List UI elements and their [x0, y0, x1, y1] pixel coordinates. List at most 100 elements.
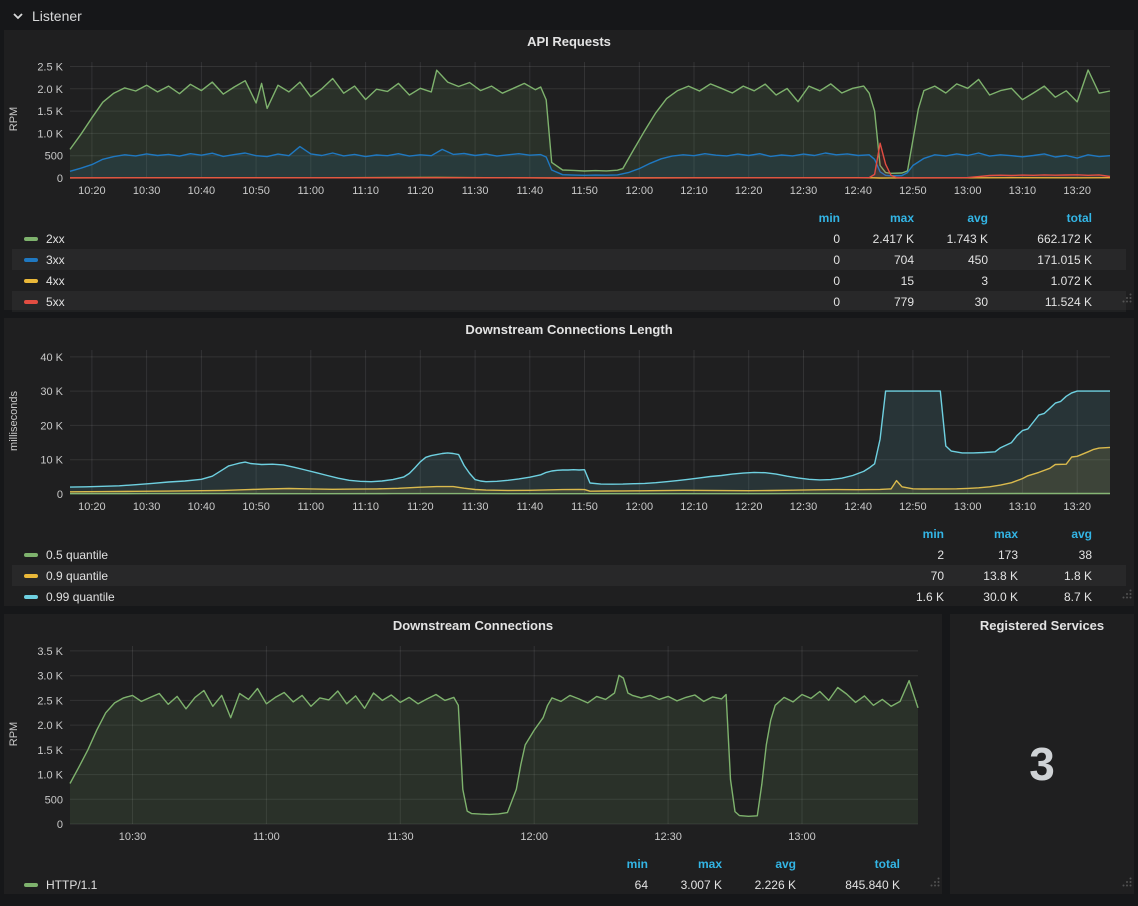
svg-text:12:20: 12:20	[735, 501, 763, 513]
legend-stat-value: 3.007 K	[648, 878, 722, 892]
svg-text:11:30: 11:30	[462, 501, 489, 513]
legend-stat-value: 70	[870, 569, 944, 583]
svg-text:11:40: 11:40	[516, 185, 543, 197]
svg-text:0: 0	[57, 173, 63, 185]
svg-text:12:30: 12:30	[790, 185, 818, 197]
svg-text:12:50: 12:50	[899, 185, 927, 197]
svg-text:11:30: 11:30	[387, 831, 414, 843]
chart-api-requests[interactable]: 05001.0 K1.5 K2.0 K2.5 K10:2010:3010:401…	[12, 54, 1126, 205]
svg-text:10:40: 10:40	[188, 501, 216, 513]
svg-text:10:50: 10:50	[242, 185, 270, 197]
chart-svg: 05001.0 K1.5 K2.0 K2.5 K10:2010:3010:401…	[12, 54, 1126, 200]
svg-text:11:10: 11:10	[352, 185, 379, 197]
dashboard: Listener API Requests RPM 05001.0 K1.5 K…	[0, 0, 1138, 896]
svg-text:11:40: 11:40	[516, 501, 543, 513]
legend-stat-header[interactable]: total	[988, 211, 1092, 225]
svg-text:12:10: 12:10	[680, 185, 708, 197]
svg-text:13:00: 13:00	[788, 831, 816, 843]
svg-text:2.5 K: 2.5 K	[37, 62, 63, 74]
legend-row: 5xx07793011.524 K	[12, 291, 1126, 312]
legend-header-row: minmaxavg	[12, 523, 1126, 544]
legend-row: 0.5 quantile217338	[12, 544, 1126, 565]
legend-stat-value: 30.0 K	[944, 590, 1018, 604]
legend-stat-value: 0	[766, 253, 840, 267]
chevron-down-icon	[12, 12, 24, 20]
legend-stat-header[interactable]: max	[648, 857, 722, 871]
svg-text:11:20: 11:20	[407, 501, 434, 513]
panel-registered-services: Registered Services 3	[950, 614, 1134, 894]
legend-series-swatch[interactable]	[24, 553, 38, 557]
legend-row: 0.99 quantile1.6 K30.0 K8.7 K	[12, 586, 1126, 607]
resize-handle-icon[interactable]	[1122, 290, 1132, 308]
legend-stat-header[interactable]: max	[840, 211, 914, 225]
legend-stat-header[interactable]: min	[766, 211, 840, 225]
svg-text:11:20: 11:20	[407, 185, 434, 197]
svg-text:10:30: 10:30	[133, 185, 161, 197]
resize-handle-icon[interactable]	[930, 874, 940, 892]
legend-stat-header[interactable]: total	[796, 857, 900, 871]
panel-title-downstream-connections-length[interactable]: Downstream Connections Length	[12, 318, 1126, 342]
legend-stat-header[interactable]: min	[870, 527, 944, 541]
legend-series-label[interactable]: 4xx	[46, 274, 65, 288]
svg-text:10:50: 10:50	[242, 501, 270, 513]
chart-downstream-connections-length[interactable]: 010 K20 K30 K40 K10:2010:3010:4010:5011:…	[12, 342, 1126, 521]
resize-handle-icon[interactable]	[1122, 586, 1132, 604]
panel-title-downstream-connections[interactable]: Downstream Connections	[12, 614, 934, 638]
chart-downstream-connections[interactable]: 05001.0 K1.5 K2.0 K2.5 K3.0 K3.5 K10:301…	[12, 638, 934, 851]
legend-stat-value: 171.015 K	[988, 253, 1092, 267]
svg-text:11:00: 11:00	[297, 501, 324, 513]
legend-row: 0.9 quantile7013.8 K1.8 K	[12, 565, 1126, 586]
legend-stat-value: 13.8 K	[944, 569, 1018, 583]
legend-series-swatch[interactable]	[24, 595, 38, 599]
legend-series-swatch[interactable]	[24, 237, 38, 241]
legend-series-swatch[interactable]	[24, 574, 38, 578]
svg-text:13:20: 13:20	[1063, 501, 1091, 513]
legend-stat-value: 845.840 K	[796, 878, 900, 892]
legend-stat-value: 0	[766, 274, 840, 288]
legend-stat-value: 3	[914, 274, 988, 288]
legend-series-swatch[interactable]	[24, 300, 38, 304]
legend-stat-value: 64	[574, 878, 648, 892]
svg-text:20 K: 20 K	[40, 420, 63, 432]
svg-text:13:10: 13:10	[1009, 185, 1037, 197]
legend-stat-value: 38	[1018, 548, 1092, 562]
legend-stat-header[interactable]: min	[574, 857, 648, 871]
legend-stat-header[interactable]: avg	[722, 857, 796, 871]
svg-text:12:30: 12:30	[790, 501, 818, 513]
chart-svg: 010 K20 K30 K40 K10:2010:3010:4010:5011:…	[12, 342, 1126, 516]
legend-series-swatch[interactable]	[24, 258, 38, 262]
legend-header-row: minmaxavgtotal	[12, 207, 1126, 228]
svg-text:12:00: 12:00	[626, 185, 654, 197]
legend-downstream-connections-length: minmaxavg0.5 quantile2173380.9 quantile7…	[12, 523, 1126, 607]
svg-text:0: 0	[57, 819, 63, 831]
legend-stat-header[interactable]: avg	[1018, 527, 1092, 541]
svg-text:12:10: 12:10	[680, 501, 708, 513]
legend-series-label[interactable]: 0.5 quantile	[46, 548, 108, 562]
panel-api-requests: API Requests RPM 05001.0 K1.5 K2.0 K2.5 …	[4, 30, 1134, 310]
svg-text:12:50: 12:50	[899, 501, 927, 513]
svg-text:13:00: 13:00	[954, 185, 982, 197]
legend-series-label[interactable]: HTTP/1.1	[46, 878, 97, 892]
panel-title-api-requests[interactable]: API Requests	[12, 30, 1126, 54]
svg-text:12:00: 12:00	[626, 501, 654, 513]
legend-series-label[interactable]: 2xx	[46, 232, 65, 246]
legend-series-label[interactable]: 0.9 quantile	[46, 569, 108, 583]
legend-stat-header[interactable]: avg	[914, 211, 988, 225]
legend-series-swatch[interactable]	[24, 883, 38, 887]
legend-series-label[interactable]: 5xx	[46, 295, 65, 309]
row-header-listener[interactable]: Listener	[4, 2, 1134, 30]
svg-text:2.0 K: 2.0 K	[37, 720, 63, 732]
legend-series-label[interactable]: 0.99 quantile	[46, 590, 115, 604]
resize-handle-icon[interactable]	[1122, 874, 1132, 892]
svg-text:1.5 K: 1.5 K	[37, 745, 63, 757]
legend-header-row: minmaxavgtotal	[12, 853, 934, 874]
legend-stat-header[interactable]: max	[944, 527, 1018, 541]
legend-stat-value: 2.226 K	[722, 878, 796, 892]
panel-title-registered-services[interactable]: Registered Services	[958, 614, 1126, 638]
legend-series-swatch[interactable]	[24, 279, 38, 283]
legend-series-label[interactable]: 3xx	[46, 253, 65, 267]
svg-text:12:30: 12:30	[654, 831, 682, 843]
svg-text:10:20: 10:20	[78, 501, 106, 513]
svg-text:13:20: 13:20	[1063, 185, 1091, 197]
legend-stat-value: 2	[870, 548, 944, 562]
